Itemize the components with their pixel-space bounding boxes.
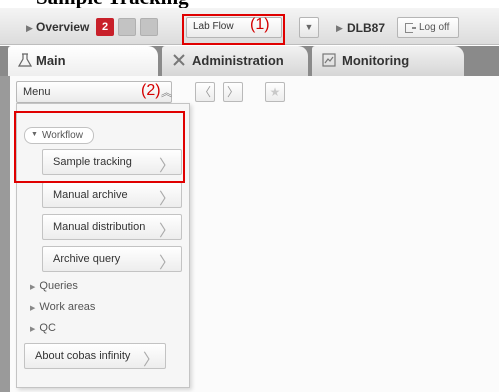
about-button[interactable]: About cobas infinity 〉 <box>24 343 166 369</box>
top-bar: ▶ Overview 2 Lab Flow (1) ▼ ▶ DLB87 Log … <box>0 8 499 45</box>
left-sidebar-strip <box>0 76 10 392</box>
chevron-right-icon: 〉 <box>226 85 239 99</box>
lab-flow-dropdown-button[interactable]: ▼ <box>299 17 319 38</box>
menu-group-work-areas[interactable]: ▶ Work areas <box>30 301 95 313</box>
status-badge-grey[interactable] <box>118 18 136 36</box>
annotation-label-2: (2) <box>141 82 161 99</box>
dlb-arrow-icon: ▶ <box>336 23 343 33</box>
chevron-down-icon: ▼ <box>304 22 314 32</box>
tab-administration[interactable]: Administration <box>162 46 308 76</box>
monitor-chart-icon <box>322 53 336 67</box>
triangle-right-icon: ▶ <box>30 305 36 312</box>
tab-main[interactable]: Main <box>8 46 158 76</box>
page-caption: Sample Tracking <box>36 0 189 8</box>
annotation-label-1: (1) <box>250 16 270 33</box>
workflow-group-toggle[interactable]: ▼ Workflow <box>24 127 94 144</box>
menu-item-label: Manual distribution <box>53 221 146 233</box>
chevron-right-icon: 〉 <box>158 255 175 272</box>
log-off-button[interactable]: Log off <box>397 17 459 38</box>
tools-icon <box>173 54 185 66</box>
dlb-link[interactable]: DLB87 <box>347 21 385 35</box>
menu-group-label: Work areas <box>39 301 96 313</box>
tab-strip: Main Administration Monitoring <box>0 46 499 76</box>
overview-arrow-icon: ▶ <box>26 23 33 33</box>
chevron-right-icon: 〉 <box>158 158 175 175</box>
menu-item-sample-tracking[interactable]: Sample tracking 〉 <box>42 149 182 175</box>
log-off-icon <box>405 23 416 33</box>
menu-item-archive-query[interactable]: Archive query 〉 <box>42 246 182 272</box>
menu-group-qc[interactable]: ▶ QC <box>30 322 56 334</box>
status-badge-grey[interactable] <box>140 18 158 36</box>
menu-item-label: Sample tracking <box>53 156 132 168</box>
favorite-button[interactable]: ★ <box>265 82 285 102</box>
triangle-right-icon: ▶ <box>30 326 36 333</box>
triangle-down-icon: ▼ <box>31 131 38 138</box>
triangle-right-icon: ▶ <box>30 284 36 291</box>
menu-header-label: Menu <box>23 86 51 98</box>
tab-main-label: Main <box>36 53 66 68</box>
star-icon: ★ <box>269 85 281 99</box>
menu-header[interactable]: Menu (2) ︽ <box>16 81 172 103</box>
menu-group-label: QC <box>39 322 56 334</box>
tab-monitoring[interactable]: Monitoring <box>312 46 464 76</box>
lab-flow-value: Lab Flow <box>193 21 234 32</box>
overview-link[interactable]: Overview <box>36 20 89 34</box>
menu-group-queries[interactable]: ▶ Queries <box>30 280 78 292</box>
forward-button[interactable]: 〉 <box>223 82 243 102</box>
collapse-up-icon[interactable]: ︽ <box>161 84 172 100</box>
back-button[interactable]: 〈 <box>195 82 215 102</box>
menu-item-label: Manual archive <box>53 189 128 201</box>
chevron-right-icon: 〉 <box>142 352 159 369</box>
overview-count-badge[interactable]: 2 <box>96 18 114 36</box>
menu-item-manual-archive[interactable]: Manual archive 〉 <box>42 182 182 208</box>
log-off-label: Log off <box>419 22 450 33</box>
menu-group-label: Queries <box>39 280 78 292</box>
chevron-right-icon: 〉 <box>158 223 175 240</box>
chevron-right-icon: 〉 <box>158 191 175 208</box>
menu-item-manual-distribution[interactable]: Manual distribution 〉 <box>42 214 182 240</box>
about-label: About cobas infinity <box>35 350 131 362</box>
tab-administration-label: Administration <box>192 53 284 68</box>
lab-flow-select[interactable]: Lab Flow (1) <box>186 16 282 38</box>
menu-item-label: Archive query <box>53 253 121 265</box>
workflow-group-label: Workflow <box>42 130 83 141</box>
tab-monitoring-label: Monitoring <box>342 53 410 68</box>
flask-icon <box>18 53 32 67</box>
chevron-left-icon: 〈 <box>198 85 211 99</box>
